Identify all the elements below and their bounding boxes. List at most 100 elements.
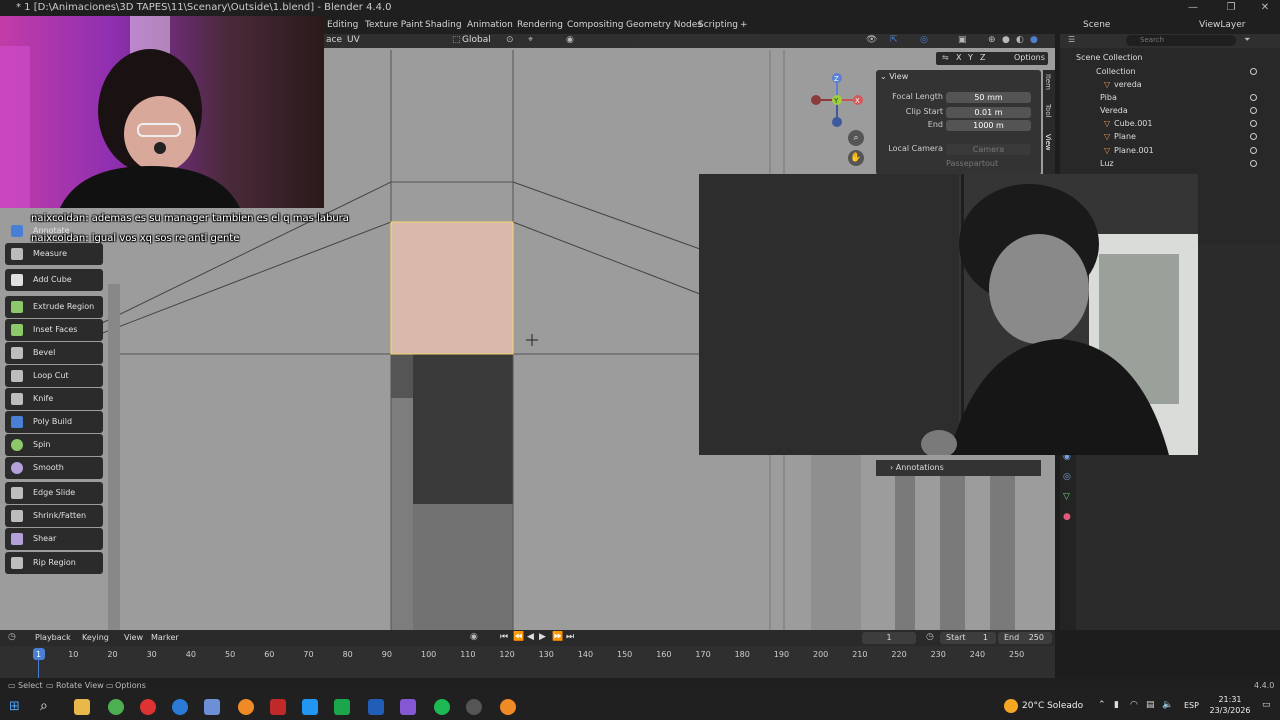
pan-hand-icon[interactable]: ✋ <box>848 150 864 166</box>
filter-icon[interactable]: ⏷ <box>1244 35 1250 45</box>
tool-shear[interactable]: Shear <box>5 528 103 550</box>
shading-solid-icon[interactable]: ● <box>1002 35 1010 45</box>
xray-icon[interactable]: ▣ <box>958 35 967 45</box>
playback-menu[interactable]: Playback <box>35 633 71 642</box>
tool-annotate[interactable]: Annotate <box>5 220 103 242</box>
blender-icon[interactable] <box>238 699 254 715</box>
camera-field[interactable]: Camera <box>946 144 1031 155</box>
chrome-icon[interactable] <box>108 699 124 715</box>
add-workspace-button[interactable]: + <box>737 18 751 32</box>
maximize-button[interactable]: ❐ <box>1216 0 1246 16</box>
tool-loop-cut[interactable]: Loop Cut <box>5 365 103 387</box>
transform-orientation-select[interactable]: Global <box>462 35 491 45</box>
play-icon[interactable]: ▶ <box>539 632 546 642</box>
overlay-toggle-icon[interactable]: ◎ <box>920 35 928 45</box>
tab-shading[interactable]: Shading <box>422 18 465 32</box>
gizmo-toggle-icon[interactable]: ⇱ <box>890 35 898 45</box>
tool-measure[interactable]: Measure <box>5 243 103 265</box>
pivot-icon[interactable]: ⊙ <box>506 35 514 45</box>
close-button[interactable]: ✕ <box>1250 0 1280 16</box>
tab-view[interactable]: View <box>1044 134 1052 151</box>
viewlayer-selector[interactable]: ViewLayer <box>1196 18 1248 32</box>
tool-edge-slide[interactable]: Edge Slide <box>5 482 103 504</box>
tool-knife[interactable]: Knife <box>5 388 103 410</box>
wifi-icon[interactable]: ◠ <box>1130 700 1138 710</box>
outliner-row-collection[interactable]: Collection <box>1060 65 1280 78</box>
tab-item[interactable]: Item <box>1044 74 1052 90</box>
file-explorer-icon[interactable] <box>74 699 90 715</box>
shading-rendered-icon[interactable]: ● <box>1030 35 1038 45</box>
material-icon[interactable]: ● <box>1063 512 1071 522</box>
weather-text[interactable]: 20°C Soleado <box>1022 701 1083 711</box>
outliner-row-luz[interactable]: Luz <box>1060 157 1280 170</box>
jump-start-icon[interactable]: ⏮ <box>500 632 508 642</box>
search-icon[interactable]: ⌕ <box>40 698 48 714</box>
network-icon[interactable]: ▮ <box>1114 700 1119 710</box>
tool-inset-faces[interactable]: Inset Faces <box>5 319 103 341</box>
eye-icon[interactable] <box>1250 107 1257 114</box>
play-reverse-icon[interactable]: ◀ <box>527 632 534 642</box>
outliner-row-plane[interactable]: ▽ Plane <box>1060 130 1280 143</box>
tool-spin[interactable]: Spin <box>5 434 103 456</box>
jump-end-icon[interactable]: ⏭ <box>566 632 574 642</box>
app-icon[interactable] <box>204 699 220 715</box>
outliner-row-piba[interactable]: Piba <box>1060 91 1280 104</box>
tab-animation[interactable]: Animation <box>464 18 516 32</box>
tab-texture-paint[interactable]: Texture Paint <box>362 18 426 32</box>
axis-x-toggle[interactable]: X <box>956 53 961 62</box>
eye-icon[interactable] <box>1250 133 1257 140</box>
edge-icon[interactable] <box>172 699 188 715</box>
outliner-row-cube001[interactable]: ▽ Cube.001 <box>1060 117 1280 130</box>
visibility-icon[interactable]: 👁 <box>866 35 877 45</box>
tab-editing[interactable]: Editing <box>324 18 361 32</box>
tab-geometry-nodes[interactable]: Geometry Nodes <box>623 18 705 32</box>
usb-icon[interactable]: ▤ <box>1146 700 1155 710</box>
tool-add-cube[interactable]: Add Cube <box>5 269 103 291</box>
axis-y-toggle[interactable]: Y <box>968 53 973 62</box>
snap-icon[interactable]: ⌖ <box>528 35 533 45</box>
tool-bevel[interactable]: Bevel <box>5 342 103 364</box>
timeline-editor-icon[interactable]: ◷ <box>8 632 16 642</box>
zoom-icon[interactable]: ⌕ <box>848 130 864 146</box>
photos-icon[interactable] <box>302 699 318 715</box>
keying-menu[interactable]: Keying <box>82 633 109 642</box>
tab-scripting[interactable]: Scripting <box>695 18 741 32</box>
end-frame-field[interactable]: End 250 <box>998 632 1052 644</box>
record-icon[interactable]: ◉ <box>470 632 478 642</box>
blender-active-icon[interactable] <box>500 699 516 715</box>
tool-smooth[interactable]: Smooth <box>5 457 103 479</box>
clock-time[interactable]: 21:31 <box>1210 695 1250 704</box>
eye-icon[interactable] <box>1250 68 1257 75</box>
marker-menu[interactable]: Marker <box>151 633 179 642</box>
prev-keyframe-icon[interactable]: ⏪ <box>513 632 524 642</box>
uv-menu[interactable]: UV <box>347 35 360 45</box>
eye-icon[interactable] <box>1250 120 1257 127</box>
tab-tool[interactable]: Tool <box>1044 104 1052 118</box>
face-select-mode[interactable]: ace <box>326 35 342 45</box>
tool-shrink-fatten[interactable]: Shrink/Fatten <box>5 505 103 527</box>
video-editor-icon[interactable] <box>270 699 286 715</box>
tool-extrude-region[interactable]: Extrude Region <box>5 296 103 318</box>
view-section-header[interactable]: ⌄ View <box>880 72 908 81</box>
timeline-scrubber[interactable]: 1 10 20 30 40 50 60 70 80 90 100 110 120 130 140 150 160… <box>0 646 1055 678</box>
tool-rip-region[interactable]: Rip Region <box>5 552 103 574</box>
clip-start-field[interactable]: 0.01 m <box>946 107 1031 118</box>
outliner-row-scene-collection[interactable]: Scene Collection <box>1060 51 1280 64</box>
obs-icon[interactable] <box>466 699 482 715</box>
eye-icon[interactable] <box>1250 94 1257 101</box>
volume-icon[interactable]: 🔈 <box>1162 700 1173 710</box>
clip-end-field[interactable]: 1000 m <box>946 120 1031 131</box>
editor-type-icon[interactable]: ☰ <box>1068 35 1075 44</box>
opera-icon[interactable] <box>140 699 156 715</box>
annotations-section[interactable]: › Annotations <box>876 460 1041 476</box>
eye-icon[interactable] <box>1250 147 1257 154</box>
eye-icon[interactable] <box>1250 160 1257 167</box>
notification-icon[interactable]: ▭ <box>1262 700 1271 710</box>
windows-start-icon[interactable]: ⊞ <box>9 699 20 714</box>
passepartout-checkbox[interactable]: Passepartout <box>946 159 998 168</box>
view-menu[interactable]: View <box>124 633 143 642</box>
outliner-row-vereda-mesh[interactable]: ▽ vereda <box>1060 78 1280 91</box>
outliner-search-input[interactable]: Search <box>1126 35 1236 46</box>
data-icon[interactable]: ▽ <box>1063 492 1070 502</box>
next-keyframe-icon[interactable]: ⏩ <box>552 632 563 642</box>
